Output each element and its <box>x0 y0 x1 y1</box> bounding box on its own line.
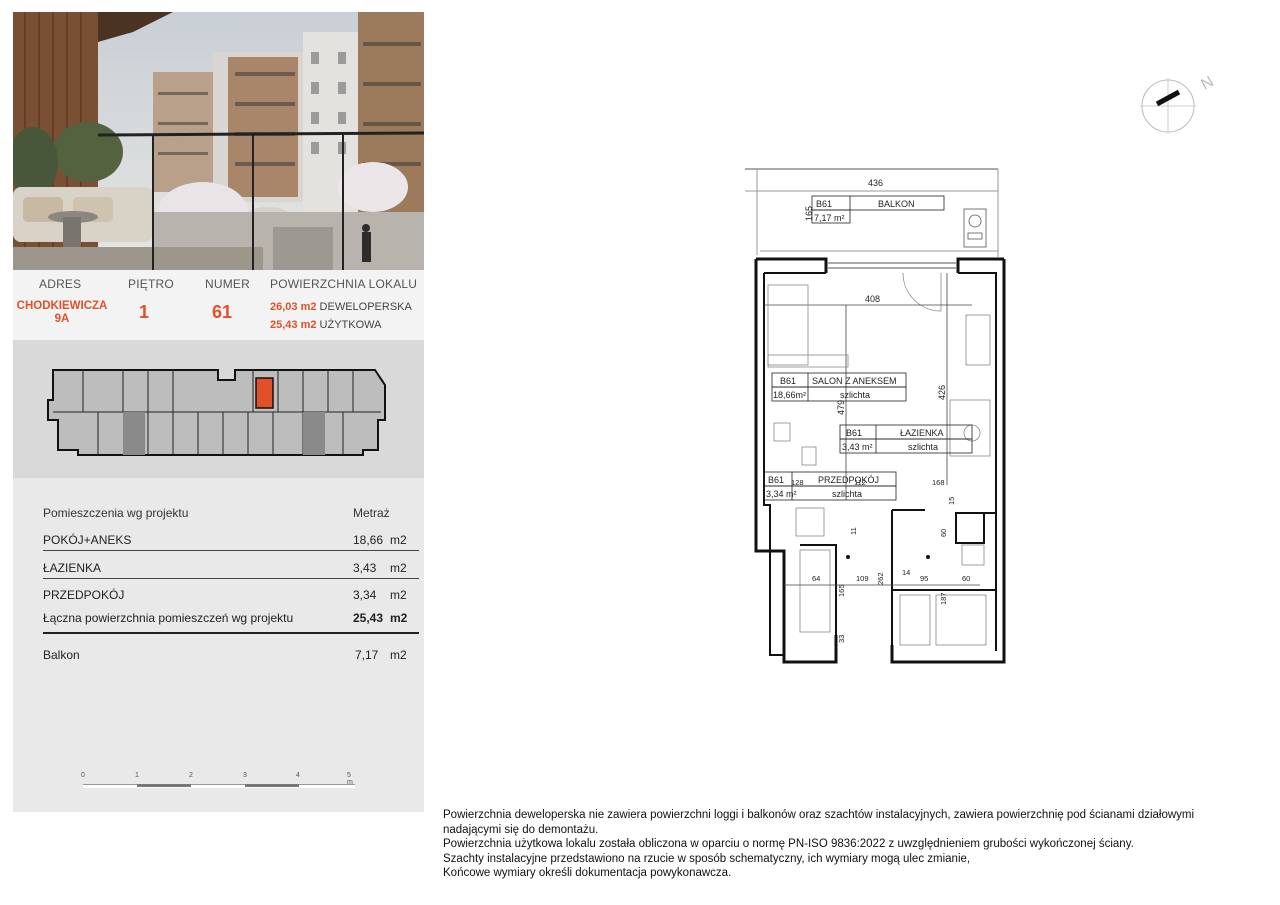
room-area: 18,66 <box>353 533 384 547</box>
area-values: 26,03 m2 DEWELOPERSKA 25,43 m2 UŻYTKOWA <box>270 298 412 334</box>
balcony-area: 7,17 <box>355 648 379 662</box>
scale-label: 4 <box>296 772 300 779</box>
dim-262: 262 <box>876 572 885 585</box>
usable-area-label: UŻYTKOWA <box>319 319 382 331</box>
room-unit: m2 <box>390 588 407 602</box>
developer-area-label: DEWELOPERSKA <box>319 301 412 313</box>
number-value: 61 <box>212 302 233 322</box>
scale-label: 2 <box>189 772 193 779</box>
przedpokoj-area: 3,34 m² <box>766 489 797 499</box>
table-divider <box>43 550 419 551</box>
footnote-line: Szachty instalacyjne przedstawiono na rz… <box>443 852 971 865</box>
selected-apartment-marker <box>255 377 274 409</box>
total-unit: m2 <box>390 611 408 625</box>
footnote-line: Końcowe wymiary określi dokumentacja pow… <box>443 867 732 879</box>
footnote-line: Powierzchnia deweloperska nie zawiera po… <box>443 809 1195 821</box>
lazienka-code: B61 <box>846 428 862 438</box>
footnote-line: Powierzchnia użytkowa lokalu została obl… <box>443 838 1134 850</box>
dim-60: 60 <box>939 529 948 537</box>
address-street: CHODKIEWICZA <box>16 300 108 312</box>
table-divider <box>43 632 419 634</box>
dim-479: 479 <box>836 400 846 415</box>
developer-area-value: 26,03 m2 <box>270 301 317 313</box>
lazienka-name: ŁAZIENKA <box>900 428 944 438</box>
rooms-header-area: Metraż <box>353 506 390 520</box>
scale-label: 3 <box>243 772 247 779</box>
lazienka-finish: szlichta <box>908 442 938 452</box>
dim-11: 11 <box>849 527 858 535</box>
floor-key-plan <box>13 340 424 478</box>
salon-finish: szlichta <box>840 390 870 400</box>
svg-text:N: N <box>1198 73 1217 94</box>
przedpokoj-name: PRZEDPOKÓJ <box>818 475 879 485</box>
dim-426: 426 <box>937 385 947 400</box>
dim-187: 187 <box>939 592 948 605</box>
dim-15: 15 <box>947 497 956 505</box>
usable-area-value: 25,43 m2 <box>270 319 317 331</box>
north-arrow-icon: N <box>1140 73 1217 134</box>
room-unit: m2 <box>390 561 407 575</box>
dim-436: 436 <box>868 178 883 188</box>
rooms-header-name: Pomieszczenia wg projektu <box>43 506 189 520</box>
room-name: PRZEDPOKÓJ <box>43 588 125 602</box>
balkon-name: BALKON <box>878 199 915 209</box>
salon-area: 18,66m² <box>773 390 806 400</box>
address-building: 9A <box>54 313 70 325</box>
table-divider <box>43 578 419 579</box>
apartment-floor-plan: 436 165 B61 BALKON 7,17 m² 408 426 479 B… <box>745 168 1006 664</box>
dim-95: 95 <box>920 574 928 583</box>
building-rendering-image <box>13 12 424 270</box>
dim-165: 165 <box>804 206 814 221</box>
lazienka-area: 3,43 m² <box>842 442 873 452</box>
room-unit: m2 <box>390 533 407 547</box>
room-name: POKÓJ+ANEKS <box>43 533 132 547</box>
total-area: 25,43 <box>353 611 384 625</box>
salon-name: SALON Z ANEKSEM <box>812 376 897 386</box>
address-value: CHODKIEWICZA 9A <box>13 300 111 326</box>
room-area: 3,34 <box>353 588 377 602</box>
balcony-name: Balkon <box>43 648 80 662</box>
left-info-panel: ADRES PIĘTRO NUMER POWIERZCHNIA LOKALU C… <box>13 12 424 812</box>
dim-408: 408 <box>865 294 880 304</box>
dim-64: 64 <box>812 574 820 583</box>
dim-109: 109 <box>856 574 869 583</box>
address-header: ADRES <box>39 277 82 291</box>
number-header: NUMER <box>205 277 250 291</box>
przedpokoj-finish: szlichta <box>832 489 862 499</box>
area-header: POWIERZCHNIA LOKALU <box>270 277 418 291</box>
balkon-area: 7,17 m² <box>814 213 845 223</box>
floor-header: PIĘTRO <box>128 277 174 291</box>
przedpokoj-code: B61 <box>768 475 784 485</box>
footnote: Powierzchnia deweloperska nie zawiera po… <box>443 808 1243 881</box>
room-area: 3,43 <box>353 561 377 575</box>
dim-112: 112 <box>854 478 866 487</box>
rooms-table <box>13 478 424 812</box>
room-name: ŁAZIENKA <box>43 561 102 575</box>
scale-label: 1 <box>135 772 139 779</box>
dim-14: 14 <box>902 568 910 577</box>
dim-60: 60 <box>962 574 970 583</box>
scale-bar: 0 1 2 3 4 5 m <box>81 772 355 802</box>
scale-label: 0 <box>81 772 85 779</box>
dim-33: 33 <box>837 635 846 643</box>
salon-code: B61 <box>780 376 796 386</box>
dim-165: 165 <box>837 584 846 597</box>
floor-value: 1 <box>139 302 150 322</box>
balkon-code: B61 <box>816 199 832 209</box>
footnote-line: nadającymi się do demontażu. <box>443 823 599 836</box>
balcony-unit: m2 <box>390 648 407 662</box>
dim-168: 168 <box>932 478 945 487</box>
total-name: Łączna powierzchnia pomieszczeń wg proje… <box>43 611 294 625</box>
dim-128: 128 <box>791 478 804 487</box>
